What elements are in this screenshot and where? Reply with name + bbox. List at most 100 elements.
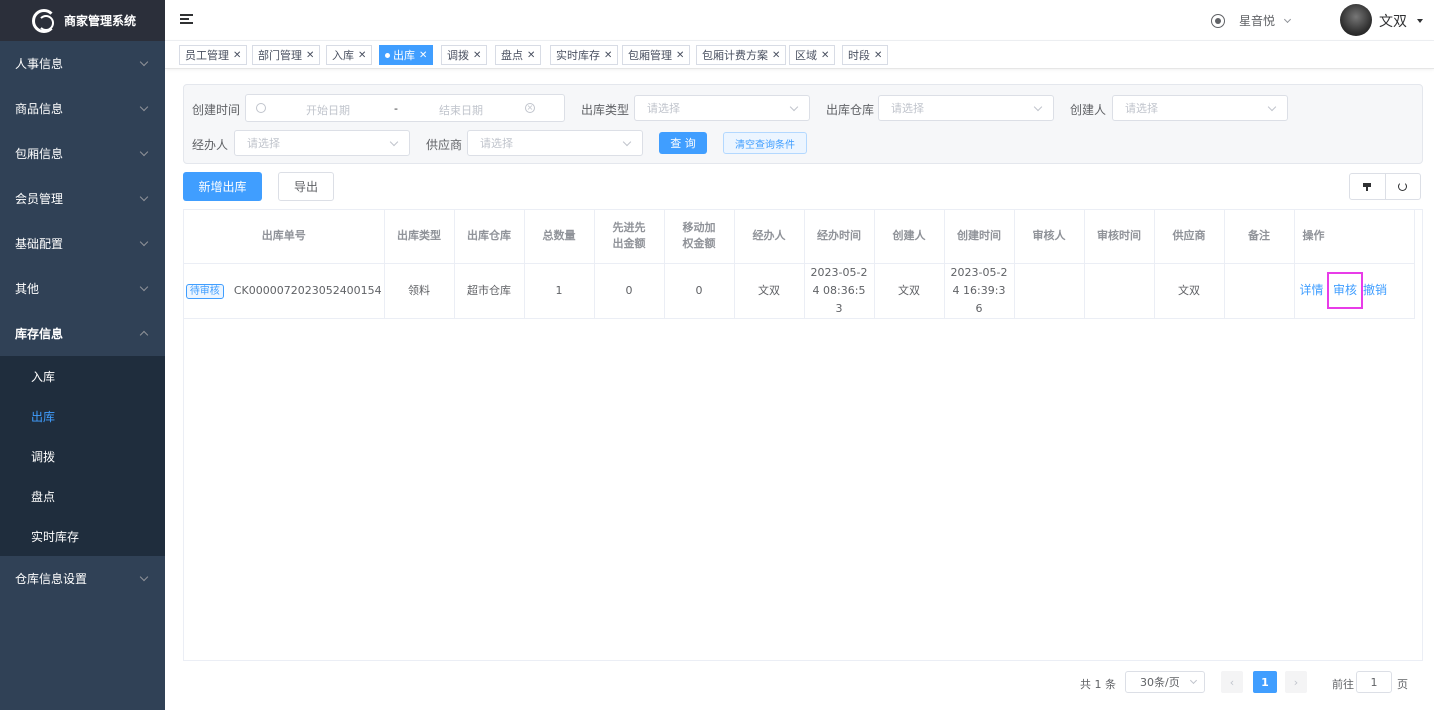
remark-cell	[1224, 263, 1295, 319]
tag-room-billing[interactable]: 包厢计费方案 ✕	[696, 45, 787, 65]
handler-label: 经办人	[192, 138, 229, 152]
sidebar-item-basic-config[interactable]: 基础配置	[0, 221, 165, 266]
export-button[interactable]: 导出	[278, 172, 334, 201]
sidebar-subitem-outbound[interactable]: 出库	[0, 396, 165, 436]
tag-time-slot[interactable]: 时段 ✕	[842, 45, 889, 65]
close-icon[interactable]: ✕	[306, 50, 314, 61]
prev-page-button[interactable]: ‹	[1221, 671, 1243, 693]
column-header: 创建人	[874, 210, 945, 264]
tag-transfer[interactable]: 调拨 ✕	[441, 45, 488, 65]
tag-label: 区域	[795, 49, 817, 62]
sidebar-subitem-inbound[interactable]: 入库	[0, 356, 165, 396]
tag-label: 包厢管理	[628, 49, 672, 62]
refresh-button[interactable]	[1384, 174, 1421, 199]
supplier-cell: 文双	[1154, 263, 1225, 319]
sidebar-item-members[interactable]: 会员管理	[0, 176, 165, 221]
select-placeholder: 请选择	[647, 102, 680, 115]
status-badge: 待审核	[185, 283, 224, 299]
close-icon[interactable]: ✕	[419, 50, 427, 61]
outbound-table: 出库单号 出库类型 出库仓库 总数量 先进先出金额 移动加权金额 经办人 经办时…	[183, 209, 1423, 661]
clear-icon[interactable]: ×	[525, 103, 535, 113]
tag-department-mgmt[interactable]: 部门管理 ✕	[252, 45, 321, 65]
chevron-down-icon	[622, 137, 632, 146]
tag-label: 员工管理	[185, 49, 229, 62]
caret-down-icon[interactable]	[1417, 19, 1423, 23]
column-header: 备注	[1224, 210, 1295, 264]
tag-realtime-stock[interactable]: 实时库存 ✕	[550, 45, 619, 65]
revoke-link[interactable]: 撤销	[1363, 283, 1387, 297]
close-icon[interactable]: ✕	[874, 50, 882, 61]
tag-inbound[interactable]: 入库 ✕	[326, 45, 373, 65]
tag-outbound[interactable]: 出库 ✕	[379, 45, 434, 65]
detail-link[interactable]: 详情	[1300, 283, 1324, 297]
review-time-cell	[1084, 263, 1155, 319]
chevron-down-icon	[139, 102, 149, 111]
sidebar-item-personnel[interactable]: 人事信息	[0, 41, 165, 86]
sidebar-item-rooms[interactable]: 包厢信息	[0, 131, 165, 176]
sidebar-subitem-transfer[interactable]: 调拨	[0, 436, 165, 476]
sidebar-subitem-realtime-stock[interactable]: 实时库存	[0, 516, 165, 556]
tag-label: 入库	[332, 49, 354, 62]
end-date-input[interactable]: 结束日期	[439, 102, 483, 118]
handler-select[interactable]: 请选择	[234, 130, 410, 156]
close-icon[interactable]: ✕	[358, 50, 366, 61]
tag-area[interactable]: 区域 ✕	[789, 45, 836, 65]
column-header: 出库类型	[384, 210, 455, 264]
sidebar-item-warehouse-settings[interactable]: 仓库信息设置	[0, 556, 165, 601]
tag-employee-mgmt[interactable]: 员工管理 ✕	[179, 45, 248, 65]
reset-query-button[interactable]: 清空查询条件	[723, 132, 807, 154]
top-navbar: 星音悦 文双	[165, 0, 1434, 41]
review-link[interactable]: 审核	[1333, 283, 1357, 297]
close-icon[interactable]: ✕	[772, 50, 780, 61]
sidebar-item-inventory[interactable]: 库存信息	[0, 311, 165, 356]
column-header: 先进先出金额	[594, 210, 665, 264]
pagination-total: 共 1 条	[1080, 678, 1116, 691]
select-placeholder: 请选择	[247, 137, 280, 150]
column-header: 供应商	[1154, 210, 1225, 264]
sidebar-item-other[interactable]: 其他	[0, 266, 165, 311]
supplier-label: 供应商	[426, 138, 463, 152]
tenant-switcher[interactable]: 星音悦	[1211, 12, 1292, 29]
inventory-submenu: 入库 出库 调拨 盘点 实时库存	[0, 356, 165, 556]
active-dot-icon	[385, 52, 390, 58]
page-number-current[interactable]: 1	[1253, 671, 1277, 693]
username[interactable]: 文双	[1379, 11, 1407, 31]
close-icon[interactable]: ✕	[676, 50, 684, 61]
chevron-down-icon	[139, 192, 149, 201]
search-panel: 创建时间 开始日期 - 结束日期 × 出库类型 请选择 出库仓库 请选择 创建人…	[183, 84, 1423, 164]
hamburger-icon[interactable]	[180, 14, 193, 25]
close-icon[interactable]: ✕	[473, 50, 481, 61]
outbound-type-label: 出库类型	[581, 103, 630, 117]
create-time: 2023-05-24 16:39:36	[950, 265, 1008, 315]
sidebar-item-products[interactable]: 商品信息	[0, 86, 165, 131]
filter-columns-button[interactable]	[1350, 174, 1385, 199]
avatar[interactable]	[1340, 4, 1372, 36]
goto-label: 前往	[1332, 678, 1354, 691]
start-date-input[interactable]: 开始日期	[306, 102, 350, 118]
close-icon[interactable]: ✕	[821, 50, 829, 61]
next-page-button[interactable]: ›	[1285, 671, 1307, 693]
outbound-type-select[interactable]: 请选择	[634, 95, 810, 121]
chevron-down-icon	[789, 102, 799, 111]
tag-label: 实时库存	[556, 49, 600, 62]
create-time-range-picker[interactable]: 开始日期 - 结束日期 ×	[245, 94, 565, 122]
tag-stocktake[interactable]: 盘点 ✕	[495, 45, 542, 65]
close-icon[interactable]: ✕	[604, 50, 612, 61]
sidebar-subitem-stocktake[interactable]: 盘点	[0, 476, 165, 516]
chevron-up-icon	[139, 330, 149, 340]
chevron-down-icon	[1033, 102, 1043, 111]
tag-room-mgmt[interactable]: 包厢管理 ✕	[622, 45, 691, 65]
goto-page-input[interactable]	[1356, 671, 1392, 693]
query-button[interactable]: 查 询	[659, 132, 707, 154]
chevron-down-icon	[389, 137, 399, 146]
close-icon[interactable]: ✕	[233, 50, 241, 61]
sidebar-item-label: 其他	[15, 282, 40, 296]
supplier-select[interactable]: 请选择	[467, 130, 643, 156]
chevron-down-icon	[1189, 676, 1198, 685]
page-size-select[interactable]: 30条/页	[1125, 671, 1205, 693]
creator-select[interactable]: 请选择	[1112, 95, 1288, 121]
add-outbound-button[interactable]: 新增出库	[183, 172, 262, 201]
outbound-warehouse-select[interactable]: 请选择	[878, 95, 1054, 121]
tag-label: 包厢计费方案	[702, 49, 768, 62]
close-icon[interactable]: ✕	[527, 50, 535, 61]
